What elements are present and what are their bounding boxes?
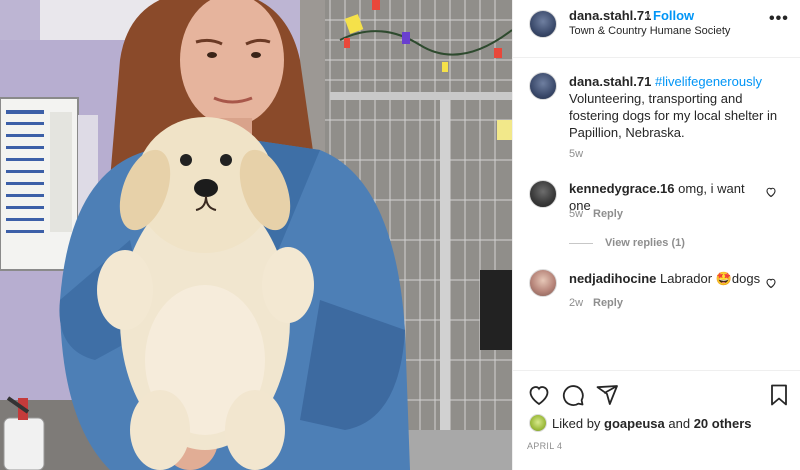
reply-button[interactable]: Reply (593, 297, 623, 309)
owner-avatar[interactable] (529, 10, 557, 38)
follow-button[interactable]: Follow (653, 8, 694, 23)
post-sidebar: dana.stahl.71 • Follow Town & Country Hu… (512, 0, 800, 470)
post-photo[interactable] (0, 0, 512, 470)
comment-username[interactable]: kennedygrace.16 (569, 181, 675, 196)
share-icon[interactable] (595, 383, 619, 407)
more-icon[interactable]: ••• (769, 10, 789, 28)
liker-username[interactable]: goapeusa (604, 416, 665, 431)
comment-time: 5w (569, 208, 584, 220)
likes-summary: Liked by goapeusa and 20 others (552, 415, 752, 432)
likes-prefix: Liked by (552, 416, 601, 431)
post-header: dana.stahl.71 • Follow Town & Country Hu… (513, 0, 800, 58)
photo-illustration (0, 0, 512, 470)
caption-time: 5w (569, 148, 584, 160)
owner-username[interactable]: dana.stahl.71 (569, 8, 651, 23)
reply-button[interactable]: Reply (593, 208, 623, 220)
post-date[interactable]: APRIL 4 (527, 441, 562, 451)
comment-time: 2w (569, 297, 584, 309)
comment-text-after: dogs (731, 271, 761, 286)
comment-avatar-nedjadihocine[interactable] (529, 269, 557, 297)
location-link[interactable]: Town & Country Humane Society (569, 25, 730, 37)
heart-icon[interactable] (527, 383, 551, 407)
comment-avatar-kennedygrace[interactable] (529, 180, 557, 208)
whiteboard (0, 97, 79, 271)
caption-username[interactable]: dana.stahl.71 (569, 74, 651, 89)
comment-text: Labrador (660, 271, 713, 286)
comment-username[interactable]: nedjadihocine (569, 271, 656, 286)
caption-avatar[interactable] (529, 72, 557, 100)
likes-and: and (668, 416, 691, 431)
caption: dana.stahl.71 #livelifegenerously Volunt… (569, 73, 779, 141)
bookmark-icon[interactable] (767, 383, 791, 407)
comments-section: dana.stahl.71 #livelifegenerously Volunt… (513, 58, 800, 370)
star-struck-emoji: 🤩 (715, 271, 732, 286)
likes-others[interactable]: 20 others (694, 416, 752, 431)
comment-icon[interactable] (561, 383, 585, 407)
view-replies-line (569, 243, 593, 244)
comment-like-heart-icon[interactable] (765, 185, 777, 203)
comment-nedjadihocine: nedjadihocine Labrador 🤩dogs (569, 270, 769, 287)
view-replies-button[interactable]: View replies (1) (605, 237, 685, 249)
liker-avatar[interactable] (529, 414, 547, 432)
caption-text: Volunteering, transporting and fostering… (569, 91, 778, 140)
header-separator: • (646, 8, 651, 23)
comment-like-heart-icon[interactable] (765, 276, 777, 294)
post-actions: Liked by goapeusa and 20 others APRIL 4 (513, 370, 800, 470)
caption-hashtag[interactable]: #livelifegenerously (655, 74, 762, 89)
